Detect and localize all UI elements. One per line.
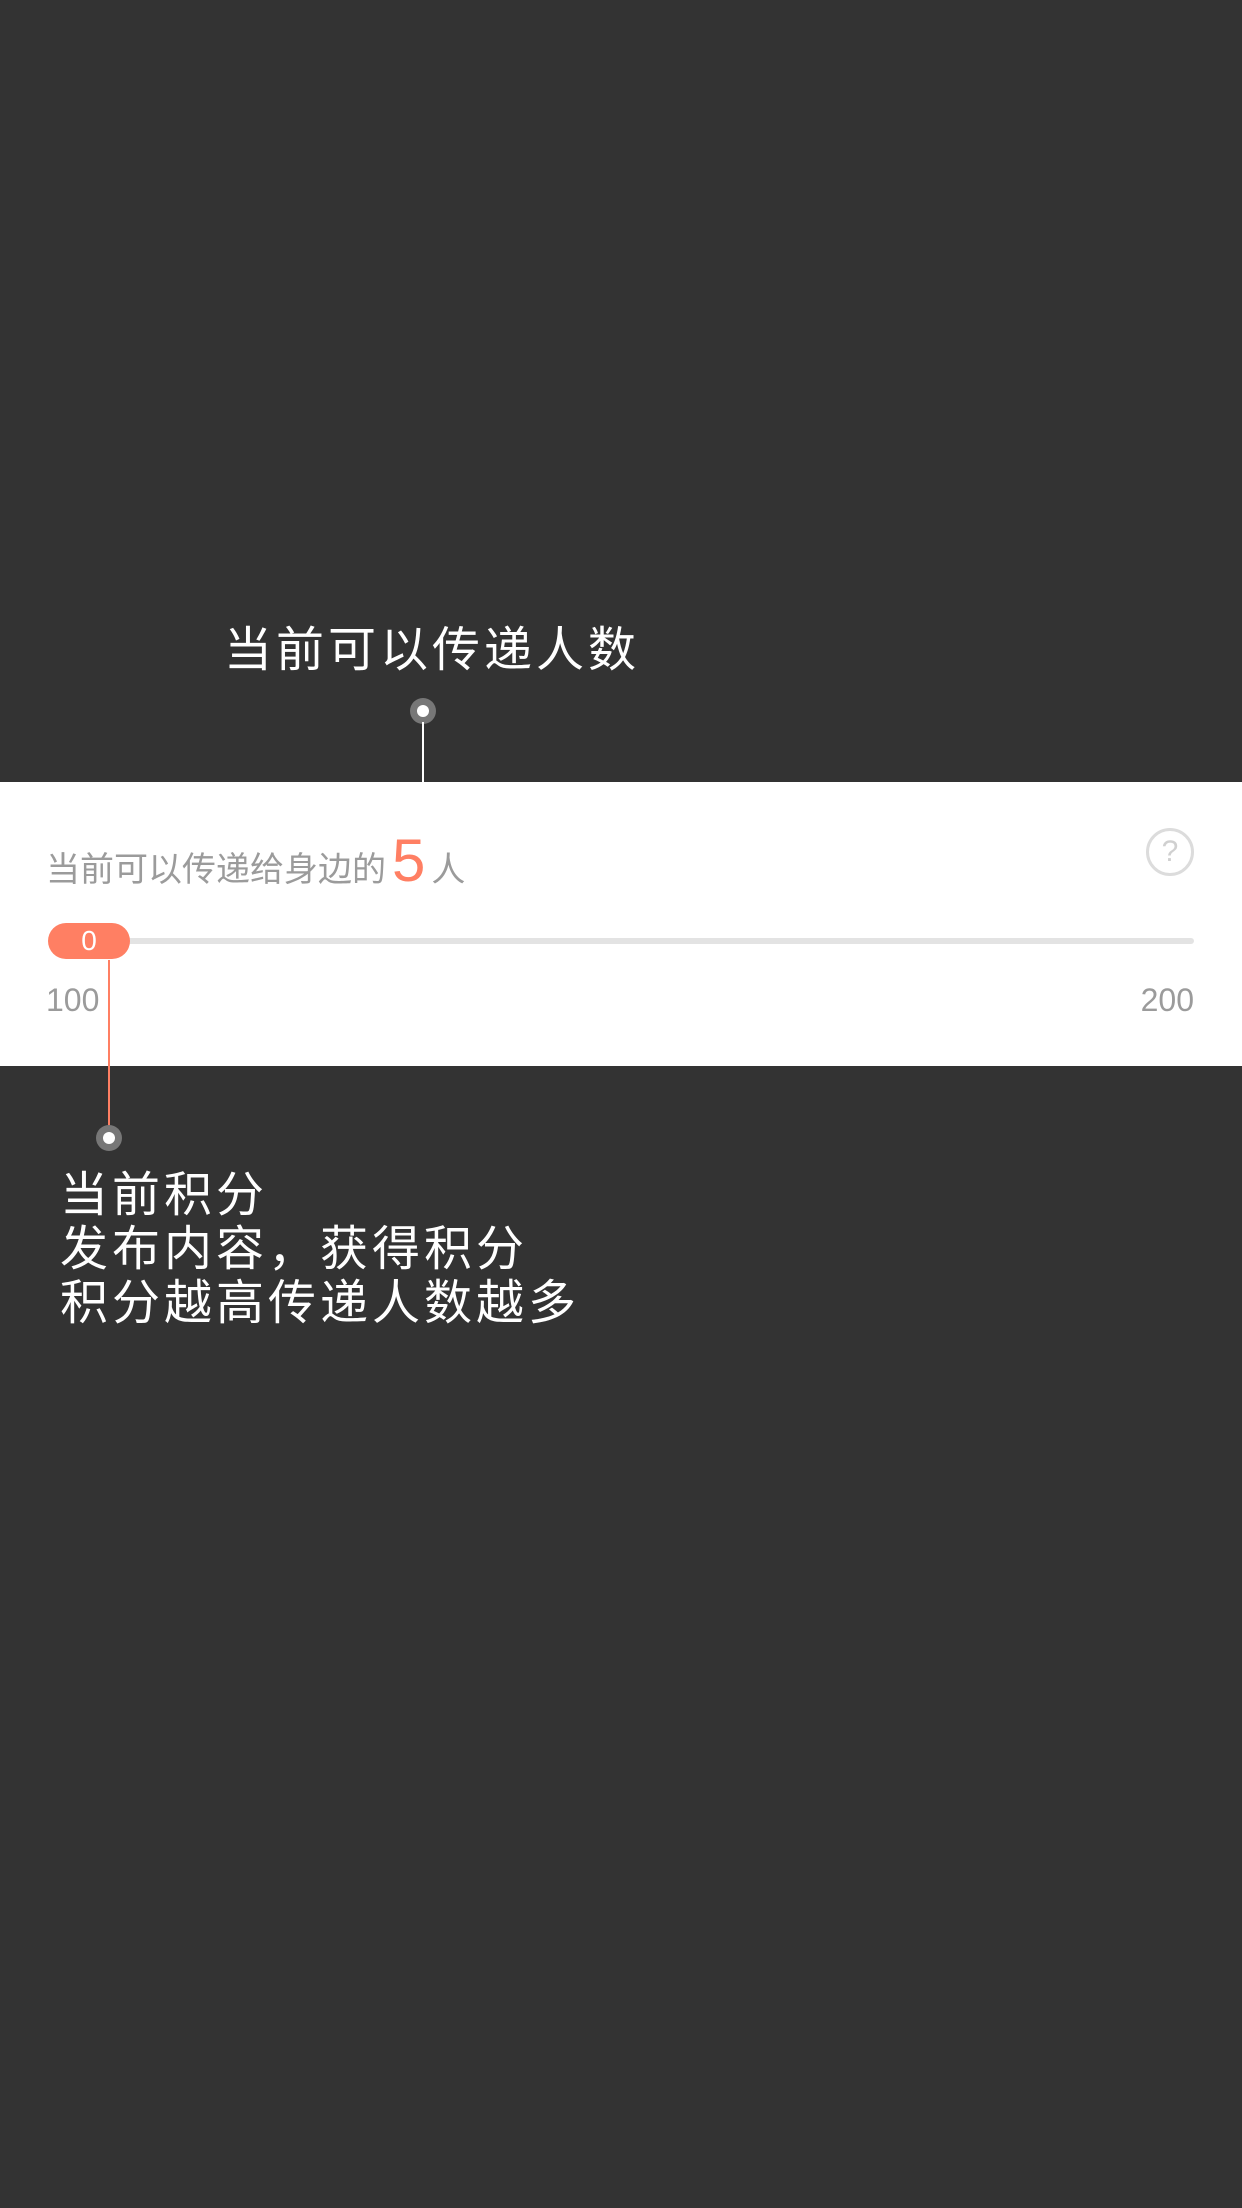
transfer-headline-suffix: 人 bbox=[431, 850, 466, 890]
points-slider-track[interactable] bbox=[86, 938, 1194, 944]
annotation-line: 积分越高传递人数越多 bbox=[60, 1275, 581, 1331]
annotation-connector-line bbox=[108, 960, 110, 1140]
transfer-card: 当前可以传递给身边的 5 人 ? 0 100 200 bbox=[0, 782, 1242, 1066]
pin-dot-icon bbox=[96, 1125, 122, 1151]
annotation-transfer-count-label: 当前可以传递人数 bbox=[224, 622, 641, 678]
annotation-connector-line bbox=[422, 722, 424, 782]
annotation-line: 当前积分 bbox=[60, 1167, 269, 1223]
transfer-headline-prefix: 当前可以传递给身边的 bbox=[46, 850, 386, 890]
pin-dot-icon bbox=[410, 698, 436, 724]
points-slider-thumb[interactable]: 0 bbox=[48, 923, 130, 959]
annotation-line: 发布内容，获得积分 bbox=[60, 1221, 529, 1277]
slider-max-label: 200 bbox=[1140, 982, 1194, 1018]
transfer-count: 5 bbox=[392, 827, 426, 894]
question-circle-icon[interactable]: ? bbox=[1146, 828, 1194, 876]
transfer-headline: 当前可以传递给身边的 5 人 bbox=[46, 826, 465, 906]
annotation-points-explanation: 当前积分 发布内容，获得积分 积分越高传递人数越多 bbox=[60, 1168, 580, 1330]
slider-min-label: 100 bbox=[46, 982, 100, 1018]
